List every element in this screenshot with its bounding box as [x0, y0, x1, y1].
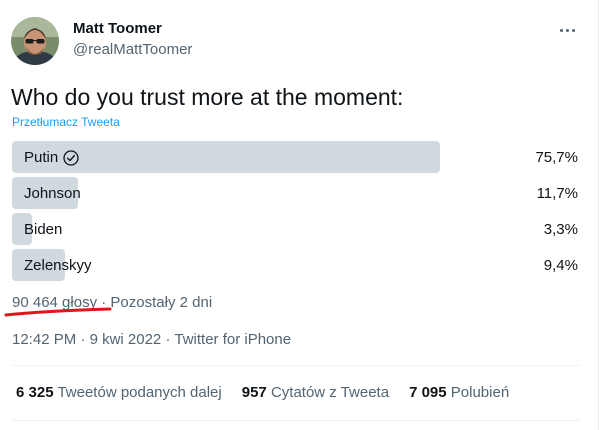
poll-option-text: Zelenskyy: [24, 257, 92, 274]
translate-tweet-link[interactable]: Przetłumacz Tweeta: [12, 115, 120, 129]
likes-stat[interactable]: 7 095 Polubień: [409, 384, 509, 401]
avatar[interactable]: [11, 17, 59, 65]
separator: ·: [80, 331, 86, 348]
separator: ·: [165, 331, 171, 348]
likes-label: Polubień: [450, 384, 510, 401]
divider: [12, 365, 580, 366]
poll-option-johnson: Johnson 11,7%: [12, 177, 580, 209]
tweet-date[interactable]: 9 kwi 2022: [90, 331, 162, 348]
quotes-stat[interactable]: 957 Cytatów z Tweeta: [242, 384, 389, 401]
check-circle-icon: [63, 149, 79, 166]
poll-option-zelenskyy: Zelenskyy 9,4%: [12, 249, 580, 281]
poll-option-biden: Biden 3,3%: [12, 213, 580, 245]
poll-option-label: Zelenskyy: [24, 257, 92, 274]
quotes-count: 957: [241, 384, 267, 401]
likes-count: 7 095: [409, 384, 447, 401]
poll-option-text: Biden: [24, 221, 63, 238]
poll-option-text: Putin: [24, 149, 59, 166]
poll-option-percent: 3,3%: [543, 221, 578, 238]
author-name[interactable]: Matt Toomer: [73, 20, 162, 37]
tweet: Matt Toomer @realMattToomer Who do you t…: [0, 0, 599, 430]
tweet-text: Who do you trust more at the moment:: [11, 84, 404, 110]
red-underline-annotation: [4, 307, 112, 317]
retweets-label: Tweetów podanych dalej: [57, 384, 222, 401]
retweets-count: 6 325: [16, 384, 54, 401]
poll-option-percent: 9,4%: [543, 257, 578, 274]
more-icon[interactable]: [556, 21, 580, 41]
tweet-stats: 6 325 Tweetów podanych dalej 957 Cytatów…: [16, 384, 509, 401]
quotes-label: Cytatów z Tweeta: [270, 384, 390, 401]
tweet-source[interactable]: Twitter for iPhone: [174, 331, 291, 348]
tweet-time[interactable]: 12:42 PM: [12, 331, 76, 348]
poll-option-percent: 75,7%: [535, 149, 578, 166]
divider: [12, 420, 580, 421]
poll-option-putin: Putin 75,7%: [12, 141, 580, 173]
poll-option-percent: 11,7%: [536, 185, 578, 202]
poll-time-remaining: Pozostały 2 dni: [110, 294, 213, 311]
poll-option-label: Putin: [24, 149, 79, 166]
author-handle[interactable]: @realMattToomer: [73, 41, 192, 58]
poll-option-label: Johnson: [24, 185, 81, 202]
retweets-stat[interactable]: 6 325 Tweetów podanych dalej: [16, 384, 222, 401]
poll-option-label: Biden: [24, 221, 62, 238]
poll-option-text: Johnson: [24, 185, 81, 202]
tweet-meta: 12:42 PM · 9 kwi 2022 · Twitter for iPho…: [12, 331, 291, 348]
